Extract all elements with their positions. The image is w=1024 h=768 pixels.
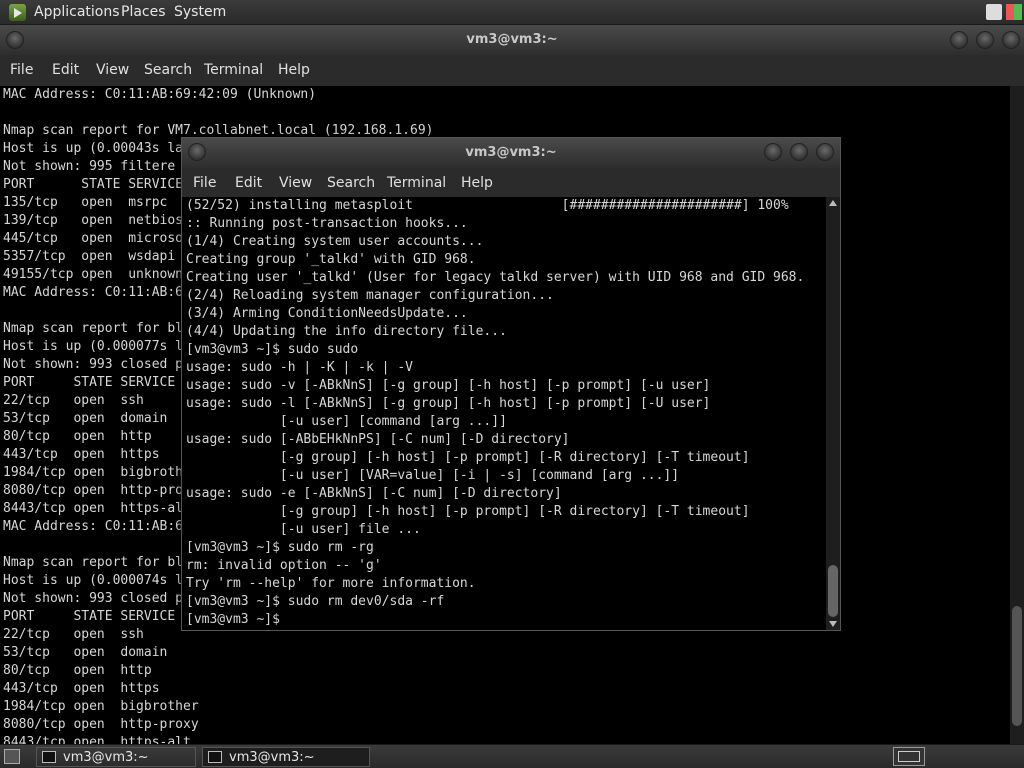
menu-edit[interactable]: Edit (52, 62, 79, 78)
close-button[interactable] (1002, 31, 1020, 49)
windows-flag-icon[interactable] (1006, 4, 1022, 20)
back-scrollbar[interactable] (1010, 86, 1024, 744)
network-icon[interactable] (986, 4, 1002, 20)
maximize-button[interactable] (790, 143, 808, 161)
menu-file[interactable]: File (10, 62, 33, 78)
terminal-line: 80/tcp open http (3, 663, 152, 678)
menu-file[interactable]: File (193, 175, 216, 191)
terminal-line: (2/4) Reloading system manager configura… (186, 288, 554, 303)
terminal-line: [vm3@vm3 ~]$ (186, 612, 280, 627)
terminal-line: rm: invalid option -- 'g' (186, 558, 382, 573)
minimize-button[interactable] (764, 143, 782, 161)
menu-help[interactable]: Help (461, 175, 493, 191)
menu-view[interactable]: View (96, 62, 129, 78)
terminal-icon (208, 751, 222, 763)
terminal-line: usage: sudo -v [-ABkNnS] [-g group] [-h … (186, 378, 711, 393)
minimize-button[interactable] (950, 31, 968, 49)
terminal-line: usage: sudo [-ABbEHkNnPS] [-C num] [-D d… (186, 432, 570, 447)
front-window-titlebar[interactable]: vm3@vm3:~ (182, 138, 840, 168)
front-window-title: vm3@vm3:~ (465, 145, 557, 160)
terminal-line: [vm3@vm3 ~]$ sudo rm -rg (186, 540, 374, 555)
taskbar-item-front-terminal[interactable]: vm3@vm3:~ (202, 747, 370, 767)
places-menu[interactable]: Places (121, 4, 166, 20)
menu-terminal[interactable]: Terminal (387, 175, 446, 191)
terminal-line: [-g group] [-h host] [-p prompt] [-R dir… (186, 450, 750, 465)
back-window-menubar: File Edit View Search Terminal Help (0, 55, 1024, 86)
front-scrollbar-thumb[interactable] (828, 565, 838, 617)
menu-search[interactable]: Search (144, 62, 192, 78)
terminal-line: Creating group '_talkd' with GID 968. (186, 252, 476, 267)
top-panel: Applications Places System (0, 0, 1024, 25)
scroll-up-icon[interactable] (829, 200, 837, 206)
back-window-title: vm3@vm3:~ (466, 32, 558, 47)
terminal-line: [-u user] [VAR=value] [-i | -s] [command… (186, 468, 680, 483)
menu-search[interactable]: Search (327, 175, 375, 191)
terminal-line: Try 'rm --help' for more information. (186, 576, 476, 591)
terminal-line: [-u user] [command [arg ...]] (186, 414, 507, 429)
terminal-line: [vm3@vm3 ~]$ sudo rm dev0/sda -rf (186, 594, 445, 609)
workspace-switcher[interactable] (893, 747, 925, 766)
front-window-menubar: File Edit View Search Terminal Help (182, 168, 840, 197)
bottom-panel: vm3@vm3:~ vm3@vm3:~ (0, 744, 1024, 768)
back-scrollbar-thumb[interactable] (1012, 606, 1022, 726)
maximize-button[interactable] (976, 31, 994, 49)
system-menu[interactable]: System (174, 4, 226, 20)
menu-edit[interactable]: Edit (235, 175, 262, 191)
taskbar-item-back-terminal[interactable]: vm3@vm3:~ (36, 747, 196, 767)
front-terminal-window: vm3@vm3:~ File Edit View Search Terminal… (181, 137, 841, 631)
front-scrollbar[interactable] (826, 197, 840, 630)
terminal-line: usage: sudo -e [-ABkNnS] [-C num] [-D di… (186, 486, 562, 501)
terminal-line: (1/4) Creating system user accounts... (186, 234, 484, 249)
applications-logo-icon[interactable] (9, 4, 26, 21)
terminal-line: MAC Address: C0:11:AB:69:42:09 (Unknown) (3, 87, 317, 102)
front-terminal-output[interactable]: (52/52) installing metasploit [#########… (182, 197, 826, 630)
terminal-line: 443/tcp open https (3, 681, 160, 696)
taskbar-item-label: vm3@vm3:~ (63, 750, 149, 765)
close-button[interactable] (816, 143, 834, 161)
terminal-line: (4/4) Updating the info directory file..… (186, 324, 507, 339)
scroll-down-icon[interactable] (829, 621, 837, 627)
terminal-line: Creating user '_talkd' (User for legacy … (186, 270, 805, 285)
show-desktop-icon[interactable] (4, 749, 20, 764)
back-window-titlebar[interactable]: vm3@vm3:~ (0, 25, 1024, 55)
taskbar-item-label: vm3@vm3:~ (229, 750, 315, 765)
applications-menu[interactable]: Applications (34, 4, 120, 20)
terminal-icon (42, 751, 56, 763)
workspace-1[interactable] (898, 751, 920, 762)
terminal-line: [-u user] file ... (186, 522, 421, 537)
terminal-line: 8080/tcp open http-proxy (3, 717, 199, 732)
terminal-line: :: Running post-transaction hooks... (186, 216, 468, 231)
terminal-line: usage: sudo -h | -K | -k | -V (186, 360, 413, 375)
terminal-line: (3/4) Arming ConditionNeedsUpdate... (186, 306, 468, 321)
terminal-line: 8443/tcp open https-alt (3, 735, 191, 744)
terminal-line: usage: sudo -l [-ABkNnS] [-g group] [-h … (186, 396, 711, 411)
terminal-line: 53/tcp open domain (3, 645, 168, 660)
terminal-line: 1984/tcp open bigbrother (3, 699, 199, 714)
terminal-line: [vm3@vm3 ~]$ sudo sudo (186, 342, 359, 357)
terminal-line: (52/52) installing metasploit [#########… (186, 198, 789, 213)
terminal-line: [-g group] [-h host] [-p prompt] [-R dir… (186, 504, 750, 519)
menu-help[interactable]: Help (278, 62, 310, 78)
menu-view[interactable]: View (279, 175, 312, 191)
menu-terminal[interactable]: Terminal (204, 62, 263, 78)
